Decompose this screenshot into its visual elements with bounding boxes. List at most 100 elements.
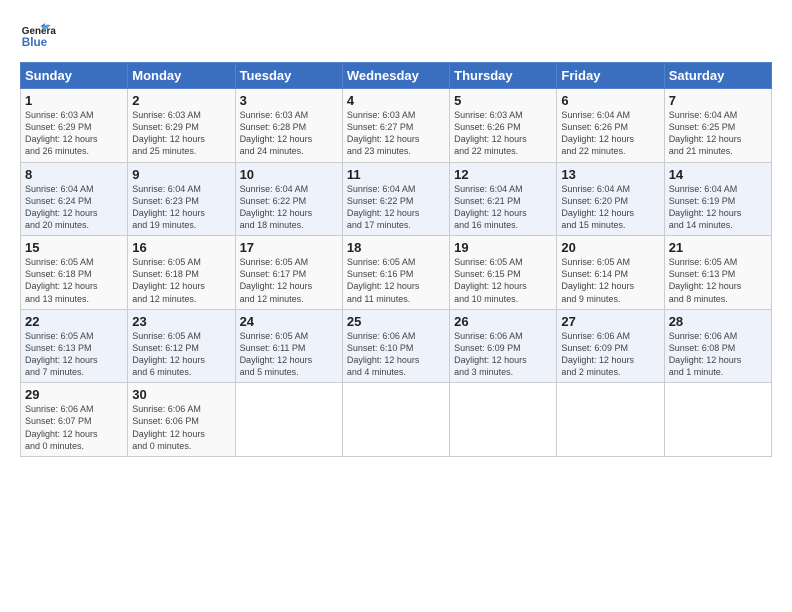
day-cell: 24Sunrise: 6:05 AMSunset: 6:11 PMDayligh… bbox=[235, 309, 342, 383]
day-cell: 3Sunrise: 6:03 AMSunset: 6:28 PMDaylight… bbox=[235, 89, 342, 163]
header-row: SundayMondayTuesdayWednesdayThursdayFrid… bbox=[21, 63, 772, 89]
day-cell: 15Sunrise: 6:05 AMSunset: 6:18 PMDayligh… bbox=[21, 236, 128, 310]
day-cell: 14Sunrise: 6:04 AMSunset: 6:19 PMDayligh… bbox=[664, 162, 771, 236]
day-number: 27 bbox=[561, 314, 659, 329]
day-number: 15 bbox=[25, 240, 123, 255]
day-info: Sunrise: 6:06 AMSunset: 6:07 PMDaylight:… bbox=[25, 403, 123, 452]
day-cell bbox=[342, 383, 449, 457]
day-number: 19 bbox=[454, 240, 552, 255]
day-number: 2 bbox=[132, 93, 230, 108]
week-row: 15Sunrise: 6:05 AMSunset: 6:18 PMDayligh… bbox=[21, 236, 772, 310]
day-info: Sunrise: 6:03 AMSunset: 6:26 PMDaylight:… bbox=[454, 109, 552, 158]
day-info: Sunrise: 6:03 AMSunset: 6:29 PMDaylight:… bbox=[132, 109, 230, 158]
calendar-table: SundayMondayTuesdayWednesdayThursdayFrid… bbox=[20, 62, 772, 457]
page: General Blue SundayMondayTuesdayWednesda… bbox=[0, 0, 792, 467]
svg-text:Blue: Blue bbox=[22, 36, 48, 49]
day-info: Sunrise: 6:04 AMSunset: 6:23 PMDaylight:… bbox=[132, 183, 230, 232]
day-number: 21 bbox=[669, 240, 767, 255]
day-info: Sunrise: 6:06 AMSunset: 6:09 PMDaylight:… bbox=[561, 330, 659, 379]
day-cell: 4Sunrise: 6:03 AMSunset: 6:27 PMDaylight… bbox=[342, 89, 449, 163]
day-info: Sunrise: 6:04 AMSunset: 6:22 PMDaylight:… bbox=[240, 183, 338, 232]
week-row: 8Sunrise: 6:04 AMSunset: 6:24 PMDaylight… bbox=[21, 162, 772, 236]
day-cell: 11Sunrise: 6:04 AMSunset: 6:22 PMDayligh… bbox=[342, 162, 449, 236]
day-cell: 29Sunrise: 6:06 AMSunset: 6:07 PMDayligh… bbox=[21, 383, 128, 457]
day-cell: 13Sunrise: 6:04 AMSunset: 6:20 PMDayligh… bbox=[557, 162, 664, 236]
header-cell-tuesday: Tuesday bbox=[235, 63, 342, 89]
day-cell: 17Sunrise: 6:05 AMSunset: 6:17 PMDayligh… bbox=[235, 236, 342, 310]
day-number: 11 bbox=[347, 167, 445, 182]
logo: General Blue bbox=[20, 18, 60, 54]
day-number: 6 bbox=[561, 93, 659, 108]
day-cell: 8Sunrise: 6:04 AMSunset: 6:24 PMDaylight… bbox=[21, 162, 128, 236]
day-info: Sunrise: 6:03 AMSunset: 6:27 PMDaylight:… bbox=[347, 109, 445, 158]
day-cell bbox=[557, 383, 664, 457]
day-cell: 26Sunrise: 6:06 AMSunset: 6:09 PMDayligh… bbox=[450, 309, 557, 383]
day-info: Sunrise: 6:06 AMSunset: 6:06 PMDaylight:… bbox=[132, 403, 230, 452]
day-info: Sunrise: 6:04 AMSunset: 6:24 PMDaylight:… bbox=[25, 183, 123, 232]
header-cell-monday: Monday bbox=[128, 63, 235, 89]
day-info: Sunrise: 6:05 AMSunset: 6:18 PMDaylight:… bbox=[25, 256, 123, 305]
day-info: Sunrise: 6:06 AMSunset: 6:08 PMDaylight:… bbox=[669, 330, 767, 379]
day-cell: 19Sunrise: 6:05 AMSunset: 6:15 PMDayligh… bbox=[450, 236, 557, 310]
day-cell: 23Sunrise: 6:05 AMSunset: 6:12 PMDayligh… bbox=[128, 309, 235, 383]
header-cell-friday: Friday bbox=[557, 63, 664, 89]
day-cell: 27Sunrise: 6:06 AMSunset: 6:09 PMDayligh… bbox=[557, 309, 664, 383]
day-cell bbox=[235, 383, 342, 457]
header: General Blue bbox=[20, 18, 772, 54]
day-cell: 25Sunrise: 6:06 AMSunset: 6:10 PMDayligh… bbox=[342, 309, 449, 383]
day-info: Sunrise: 6:04 AMSunset: 6:21 PMDaylight:… bbox=[454, 183, 552, 232]
day-cell: 18Sunrise: 6:05 AMSunset: 6:16 PMDayligh… bbox=[342, 236, 449, 310]
day-number: 22 bbox=[25, 314, 123, 329]
week-row: 22Sunrise: 6:05 AMSunset: 6:13 PMDayligh… bbox=[21, 309, 772, 383]
day-info: Sunrise: 6:06 AMSunset: 6:09 PMDaylight:… bbox=[454, 330, 552, 379]
day-cell: 22Sunrise: 6:05 AMSunset: 6:13 PMDayligh… bbox=[21, 309, 128, 383]
day-cell: 20Sunrise: 6:05 AMSunset: 6:14 PMDayligh… bbox=[557, 236, 664, 310]
day-number: 18 bbox=[347, 240, 445, 255]
day-number: 4 bbox=[347, 93, 445, 108]
day-number: 17 bbox=[240, 240, 338, 255]
day-cell: 12Sunrise: 6:04 AMSunset: 6:21 PMDayligh… bbox=[450, 162, 557, 236]
day-cell bbox=[664, 383, 771, 457]
day-cell: 1Sunrise: 6:03 AMSunset: 6:29 PMDaylight… bbox=[21, 89, 128, 163]
day-number: 30 bbox=[132, 387, 230, 402]
day-info: Sunrise: 6:05 AMSunset: 6:18 PMDaylight:… bbox=[132, 256, 230, 305]
day-number: 10 bbox=[240, 167, 338, 182]
logo-icon: General Blue bbox=[20, 18, 56, 54]
header-cell-thursday: Thursday bbox=[450, 63, 557, 89]
day-number: 29 bbox=[25, 387, 123, 402]
header-cell-sunday: Sunday bbox=[21, 63, 128, 89]
header-cell-saturday: Saturday bbox=[664, 63, 771, 89]
day-cell: 7Sunrise: 6:04 AMSunset: 6:25 PMDaylight… bbox=[664, 89, 771, 163]
day-info: Sunrise: 6:05 AMSunset: 6:14 PMDaylight:… bbox=[561, 256, 659, 305]
day-info: Sunrise: 6:05 AMSunset: 6:13 PMDaylight:… bbox=[25, 330, 123, 379]
day-cell: 5Sunrise: 6:03 AMSunset: 6:26 PMDaylight… bbox=[450, 89, 557, 163]
day-info: Sunrise: 6:06 AMSunset: 6:10 PMDaylight:… bbox=[347, 330, 445, 379]
day-number: 5 bbox=[454, 93, 552, 108]
day-number: 1 bbox=[25, 93, 123, 108]
week-row: 1Sunrise: 6:03 AMSunset: 6:29 PMDaylight… bbox=[21, 89, 772, 163]
day-number: 28 bbox=[669, 314, 767, 329]
day-number: 12 bbox=[454, 167, 552, 182]
day-number: 13 bbox=[561, 167, 659, 182]
week-row: 29Sunrise: 6:06 AMSunset: 6:07 PMDayligh… bbox=[21, 383, 772, 457]
day-number: 25 bbox=[347, 314, 445, 329]
day-cell: 10Sunrise: 6:04 AMSunset: 6:22 PMDayligh… bbox=[235, 162, 342, 236]
day-number: 8 bbox=[25, 167, 123, 182]
day-cell: 16Sunrise: 6:05 AMSunset: 6:18 PMDayligh… bbox=[128, 236, 235, 310]
day-info: Sunrise: 6:05 AMSunset: 6:12 PMDaylight:… bbox=[132, 330, 230, 379]
day-cell: 6Sunrise: 6:04 AMSunset: 6:26 PMDaylight… bbox=[557, 89, 664, 163]
day-cell: 30Sunrise: 6:06 AMSunset: 6:06 PMDayligh… bbox=[128, 383, 235, 457]
day-cell bbox=[450, 383, 557, 457]
day-number: 3 bbox=[240, 93, 338, 108]
day-info: Sunrise: 6:05 AMSunset: 6:17 PMDaylight:… bbox=[240, 256, 338, 305]
day-number: 20 bbox=[561, 240, 659, 255]
day-number: 14 bbox=[669, 167, 767, 182]
header-cell-wednesday: Wednesday bbox=[342, 63, 449, 89]
day-cell: 21Sunrise: 6:05 AMSunset: 6:13 PMDayligh… bbox=[664, 236, 771, 310]
day-info: Sunrise: 6:05 AMSunset: 6:11 PMDaylight:… bbox=[240, 330, 338, 379]
day-info: Sunrise: 6:04 AMSunset: 6:26 PMDaylight:… bbox=[561, 109, 659, 158]
day-info: Sunrise: 6:03 AMSunset: 6:29 PMDaylight:… bbox=[25, 109, 123, 158]
day-info: Sunrise: 6:03 AMSunset: 6:28 PMDaylight:… bbox=[240, 109, 338, 158]
day-number: 16 bbox=[132, 240, 230, 255]
day-cell: 2Sunrise: 6:03 AMSunset: 6:29 PMDaylight… bbox=[128, 89, 235, 163]
